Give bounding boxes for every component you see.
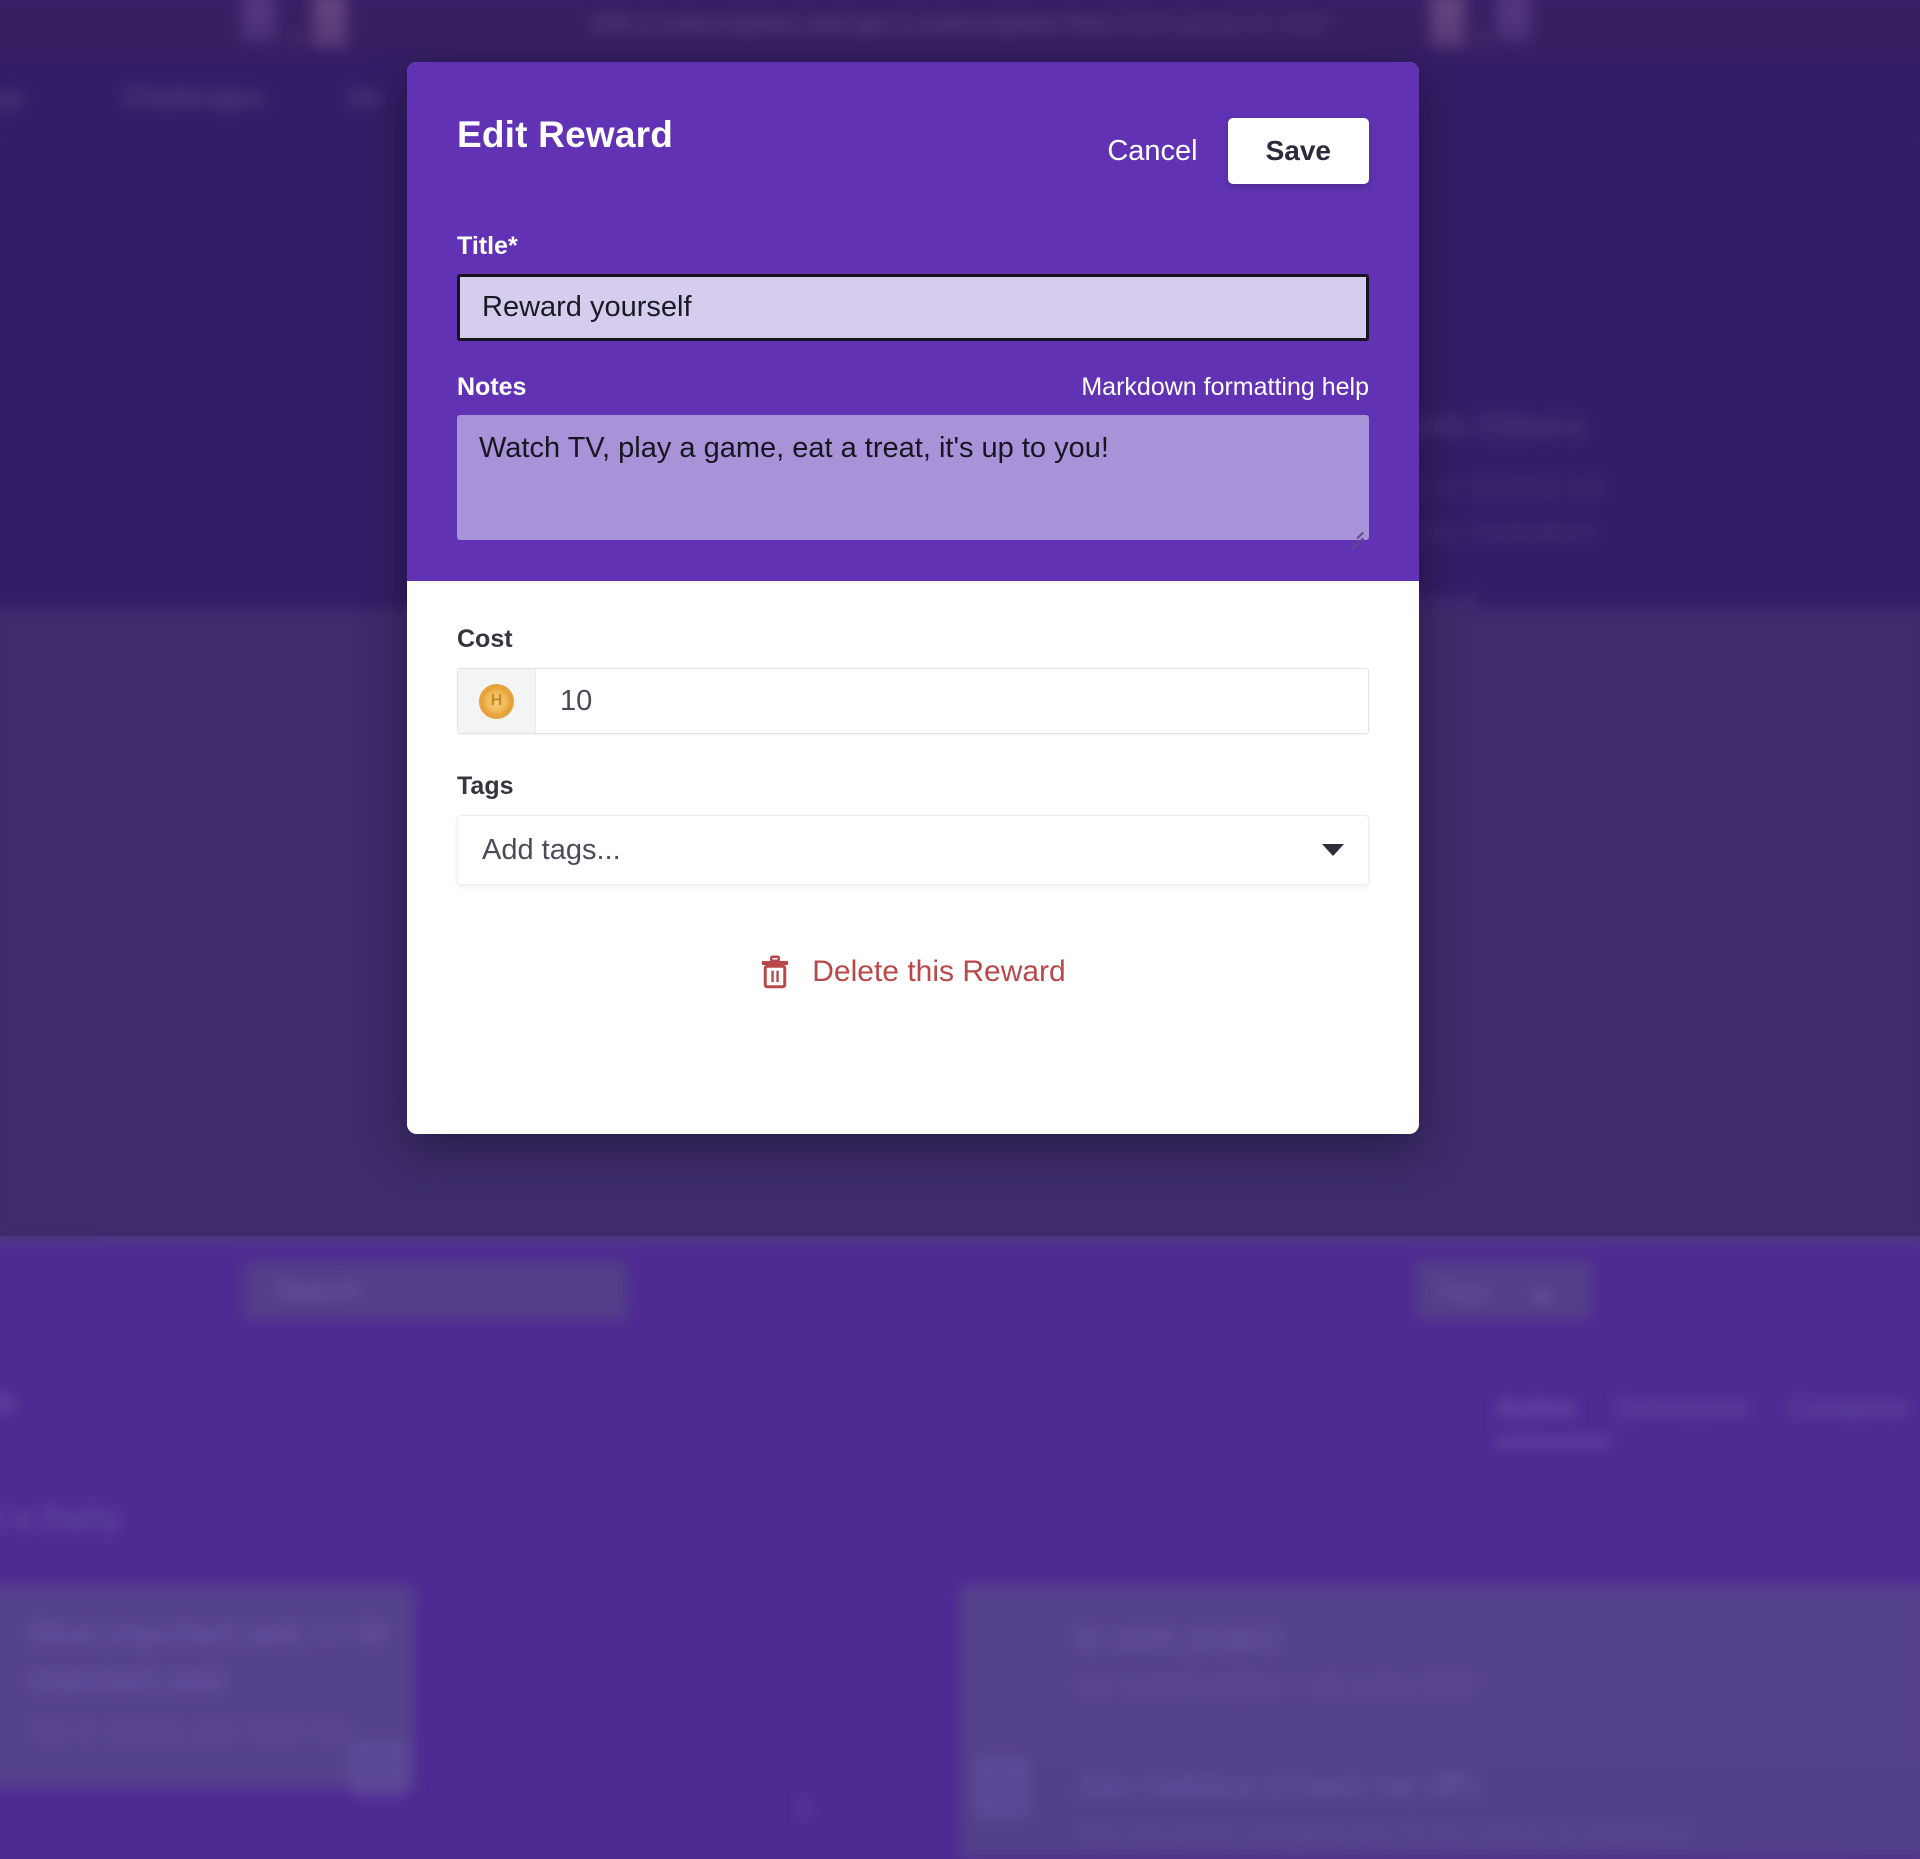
title-field-group: Title* [457, 232, 1369, 341]
tags-select[interactable]: Add tags... [457, 815, 1369, 885]
tags-field-label: Tags [457, 772, 1369, 801]
cost-input-row: H [457, 668, 1369, 734]
tags-placeholder: Add tags... [482, 834, 621, 867]
modal-header: Edit Reward Cancel Save [457, 114, 1369, 184]
task-checkbox[interactable] [353, 1741, 406, 1794]
notes-field-group: Notes Markdown formatting help [457, 373, 1369, 545]
title-field-label: Title* [457, 232, 1369, 261]
chevron-down-icon [1529, 1292, 1555, 1305]
cost-field-group: Cost H [457, 625, 1369, 734]
markdown-formatting-help-link[interactable]: Markdown formatting help [1081, 373, 1369, 402]
search-placeholder: Search [274, 1276, 361, 1307]
tags-field-group: Tags Add tags... [457, 772, 1369, 885]
title-input[interactable] [457, 274, 1369, 341]
modal-title: Edit Reward [457, 114, 673, 156]
cost-input[interactable] [536, 669, 1368, 733]
cancel-button[interactable]: Cancel [1103, 127, 1201, 176]
tab-scheduled[interactable]: Scheduled [1616, 1392, 1749, 1423]
task-checkbox[interactable] [975, 1762, 1028, 1815]
add-daily-button[interactable]: ld a Daily [0, 1498, 121, 1536]
tab-active-indicator [1494, 1440, 1610, 1445]
modal-header-section: Edit Reward Cancel Save Title* Notes Mar… [407, 62, 1419, 581]
cost-input-prefix: H [458, 669, 536, 733]
chevron-down-icon [1322, 844, 1344, 856]
task-filter-tabs: Active Scheduled Complete [1496, 1392, 1909, 1423]
task-card-note: Tap to specify your most imp [29, 1716, 350, 1745]
column-heading-rewards: es [0, 1382, 13, 1420]
tab-complete[interactable]: Complete [1789, 1392, 1909, 1423]
notes-label-row: Notes Markdown formatting help [457, 373, 1369, 402]
task-card-title: Join Habitica (Check me off!) [1076, 1767, 1478, 1803]
edit-reward-modal: Edit Reward Cancel Save Title* Notes Mar… [407, 62, 1419, 1134]
task-card-note: our current project + set a due date! [1076, 1670, 1478, 1699]
delete-reward-label: Delete this Reward [812, 955, 1065, 989]
gold-coin-icon: H [479, 684, 514, 719]
modal-header-actions: Cancel Save [1103, 118, 1369, 184]
cost-field-label: Cost [457, 625, 1369, 654]
task-card-title: Most important task >> W [29, 1616, 386, 1652]
trash-icon [760, 955, 790, 989]
delete-reward-button[interactable]: Delete this Reward [457, 955, 1369, 989]
task-card-title-line2: important task [29, 1662, 226, 1698]
tags-filter-label: Tags [1434, 1276, 1492, 1307]
subtask-count: 1 [798, 1792, 813, 1823]
task-card-title: te work project [1076, 1620, 1280, 1656]
notes-textarea[interactable] [457, 415, 1369, 540]
save-button[interactable]: Save [1228, 118, 1369, 184]
tab-active[interactable]: Active [1496, 1392, 1575, 1423]
notes-field-label: Notes [457, 373, 526, 402]
modal-body-section: Cost H Tags Add tags... D [407, 581, 1419, 1134]
notes-textarea-wrapper [457, 415, 1369, 545]
task-card-note: You can either complete this To Do, edit… [1076, 1819, 1688, 1848]
